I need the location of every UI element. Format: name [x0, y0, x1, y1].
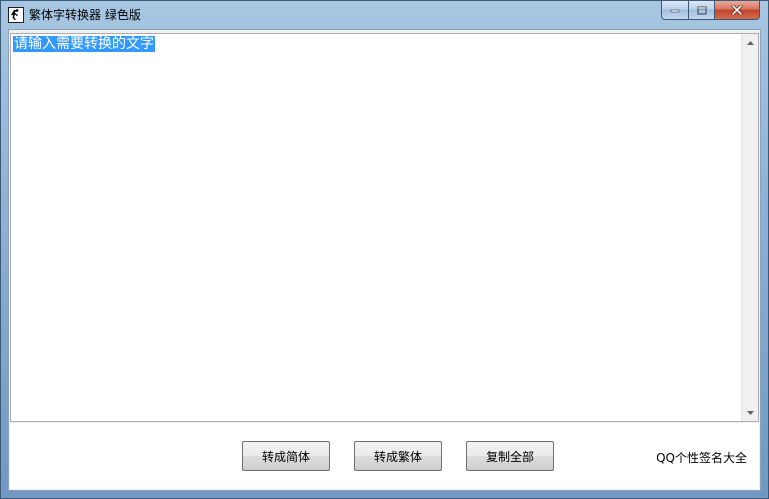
caption-buttons	[661, 1, 760, 21]
copy-all-button[interactable]: 复制全部	[466, 441, 554, 471]
scroll-up-arrow-icon[interactable]	[742, 34, 758, 51]
window-title: 繁体字转换器 绿色版	[29, 8, 141, 22]
placeholder-selected-text[interactable]: 请输入需要转换的文字	[13, 36, 155, 52]
minimize-icon	[670, 9, 680, 13]
maximize-button[interactable]	[688, 1, 714, 20]
vertical-scrollbar[interactable]	[741, 34, 758, 421]
maximize-icon	[697, 6, 706, 14]
qq-signature-link[interactable]: QQ个性签名大全	[656, 449, 747, 466]
runner-icon[interactable]	[8, 7, 24, 23]
convert-to-traditional-button[interactable]: 转成繁体	[354, 441, 442, 471]
title-bar[interactable]: 繁体字转换器 绿色版	[1, 1, 768, 29]
minimize-button[interactable]	[661, 1, 688, 20]
text-content[interactable]: 请输入需要转换的文字	[13, 36, 740, 419]
client-area: 请输入需要转换的文字 转成简体 转成繁体 复制全部 QQ个性签名大全	[8, 29, 761, 491]
button-panel: 转成简体 转成繁体 复制全部 QQ个性签名大全	[10, 423, 759, 489]
close-icon	[731, 5, 743, 15]
text-input-area[interactable]: 请输入需要转换的文字	[10, 33, 759, 422]
close-button[interactable]	[714, 1, 760, 20]
app-window: 繁体字转换器 绿色版 请输入需要转换的文字 转成简体 转成繁体 复制全部 QQ个…	[0, 0, 769, 499]
scroll-down-arrow-icon[interactable]	[742, 404, 758, 421]
convert-to-simplified-button[interactable]: 转成简体	[242, 441, 330, 471]
